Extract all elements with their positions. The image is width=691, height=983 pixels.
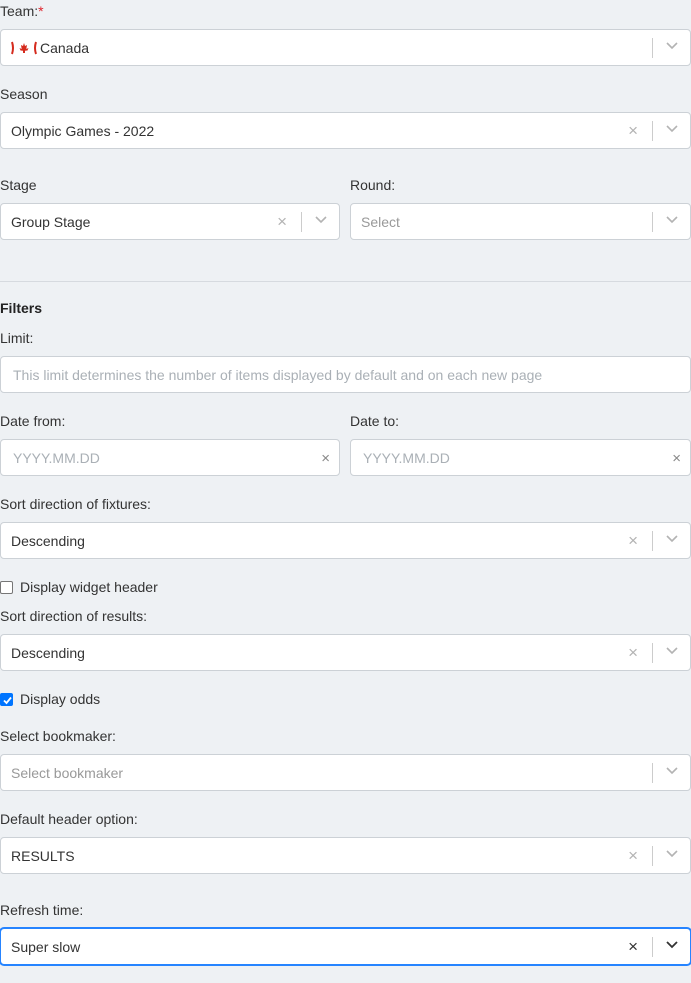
round-label: Round: xyxy=(350,177,396,193)
required-mark: * xyxy=(38,3,44,19)
chevron-down-icon[interactable] xyxy=(666,850,678,858)
clear-icon[interactable]: × xyxy=(321,451,330,466)
canada-flag-icon xyxy=(11,41,37,55)
separator xyxy=(652,212,653,232)
display-odds-row: Display odds xyxy=(0,691,100,707)
sort-results-select[interactable]: Descending × xyxy=(0,634,691,671)
date-to-placeholder: YYYY.MM.DD xyxy=(363,450,450,466)
display-odds-label: Display odds xyxy=(20,691,101,707)
clear-icon[interactable]: × xyxy=(672,451,681,466)
stage-value: Group Stage xyxy=(11,214,91,230)
sort-results-label: Sort direction of results: xyxy=(0,608,148,624)
refresh-select[interactable]: Super slow × xyxy=(0,928,691,965)
season-value: Olympic Games - 2022 xyxy=(11,123,155,139)
sort-results-value: Descending xyxy=(11,645,85,661)
team-value: Canada xyxy=(11,40,89,57)
round-placeholder: Select xyxy=(361,214,400,230)
limit-placeholder: This limit determines the number of item… xyxy=(13,367,543,383)
limit-label: Limit: xyxy=(0,330,34,346)
chevron-down-icon[interactable] xyxy=(666,42,678,50)
chevron-down-icon[interactable] xyxy=(315,216,327,224)
refresh-label: Refresh time: xyxy=(0,902,84,918)
separator xyxy=(652,763,653,783)
clear-icon[interactable]: × xyxy=(628,644,638,661)
chevron-down-icon[interactable] xyxy=(666,125,678,133)
clear-icon[interactable]: × xyxy=(628,532,638,549)
clear-icon[interactable]: × xyxy=(628,122,638,139)
limit-input[interactable]: This limit determines the number of item… xyxy=(0,356,691,393)
widget-header-checkbox[interactable] xyxy=(0,580,13,594)
round-select[interactable]: Select xyxy=(350,203,691,240)
header-option-label: Default header option: xyxy=(0,811,138,827)
clear-icon[interactable]: × xyxy=(628,847,638,864)
separator xyxy=(301,212,302,232)
chevron-down-icon[interactable] xyxy=(666,941,678,949)
stage-label: Stage xyxy=(0,177,37,193)
separator xyxy=(652,531,653,551)
separator xyxy=(652,846,653,866)
chevron-down-icon[interactable] xyxy=(666,535,678,543)
separator xyxy=(652,643,653,663)
filters-heading: Filters xyxy=(0,300,43,316)
date-to-label: Date to: xyxy=(350,413,400,429)
team-select[interactable]: Canada xyxy=(0,29,691,66)
date-to-input[interactable]: YYYY.MM.DD × xyxy=(350,439,691,476)
display-odds-checkbox[interactable] xyxy=(0,692,13,706)
clear-icon[interactable]: × xyxy=(628,938,638,955)
chevron-down-icon[interactable] xyxy=(666,647,678,655)
clear-icon[interactable]: × xyxy=(277,213,287,230)
widget-header-label: Display widget header xyxy=(20,579,158,595)
bookmaker-select[interactable]: Select bookmaker xyxy=(0,754,691,791)
widget-header-row: Display widget header xyxy=(0,579,158,595)
stage-select[interactable]: Group Stage × xyxy=(0,203,340,240)
season-label: Season xyxy=(0,86,48,102)
sort-fixtures-label: Sort direction of fixtures: xyxy=(0,496,151,512)
refresh-value: Super slow xyxy=(11,939,81,955)
separator xyxy=(652,38,653,58)
date-from-label: Date from: xyxy=(0,413,66,429)
divider xyxy=(0,281,691,282)
date-from-input[interactable]: YYYY.MM.DD × xyxy=(0,439,340,476)
separator xyxy=(652,121,653,141)
header-option-select[interactable]: RESULTS × xyxy=(0,837,691,874)
date-from-placeholder: YYYY.MM.DD xyxy=(13,450,100,466)
separator xyxy=(652,937,653,957)
header-option-value: RESULTS xyxy=(11,848,75,864)
sort-fixtures-value: Descending xyxy=(11,533,85,549)
bookmaker-placeholder: Select bookmaker xyxy=(11,765,124,781)
chevron-down-icon[interactable] xyxy=(666,216,678,224)
bookmaker-label: Select bookmaker: xyxy=(0,728,116,744)
season-select[interactable]: Olympic Games - 2022 × xyxy=(0,112,691,149)
chevron-down-icon[interactable] xyxy=(666,767,678,775)
team-label: Team:* xyxy=(0,3,44,19)
sort-fixtures-select[interactable]: Descending × xyxy=(0,522,691,559)
